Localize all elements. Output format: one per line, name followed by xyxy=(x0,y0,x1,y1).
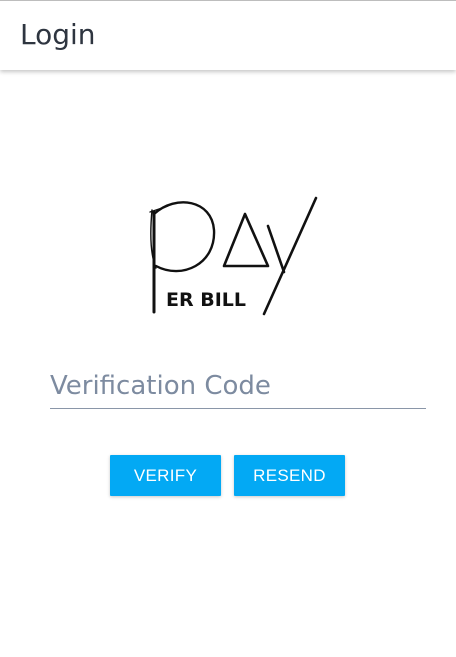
verify-button[interactable]: VERIFY xyxy=(110,455,221,496)
app-header: Login xyxy=(0,0,456,70)
page-title: Login xyxy=(20,18,96,51)
verification-code-input[interactable] xyxy=(50,365,426,407)
verification-code-field[interactable] xyxy=(50,365,426,409)
resend-button[interactable]: RESEND xyxy=(234,455,345,496)
payperbill-logo: ER BILL xyxy=(149,196,318,316)
logo-tagline: ER BILL xyxy=(166,289,246,311)
